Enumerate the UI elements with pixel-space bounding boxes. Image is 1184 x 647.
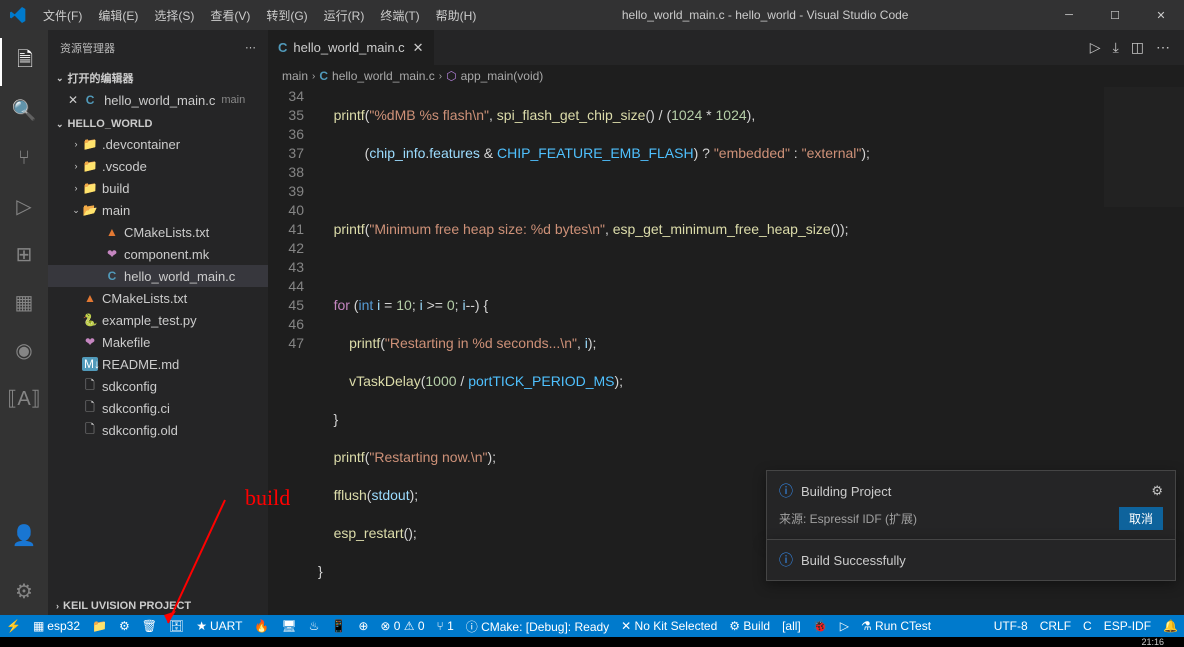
open-editor-item[interactable]: ✕ C hello_world_main.c main [48, 89, 268, 111]
info-icon: ⓘ [779, 481, 793, 501]
status-encoding[interactable]: UTF-8 [988, 615, 1034, 637]
sidebar-more-icon[interactable]: ⋯ [245, 41, 256, 54]
status-add[interactable]: ⊕ [352, 615, 374, 637]
status-gear[interactable]: ⚙ [113, 615, 136, 637]
os-taskbar: 21:16 [0, 637, 1184, 647]
menu-terminal[interactable]: 终端(T) [372, 7, 427, 24]
status-trash[interactable]: 🗑 [136, 615, 163, 637]
tree-item[interactable]: ❤component.mk [48, 243, 268, 265]
status-eol[interactable]: CRLF [1034, 615, 1077, 637]
status-flash[interactable]: 🔥 [248, 615, 275, 637]
more-icon[interactable]: ⋯ [1150, 39, 1176, 56]
menu-file[interactable]: 文件(F) [35, 7, 90, 24]
line-gutter: 3435363738394041424344454647 [268, 87, 318, 615]
maximize-button[interactable]: ☐ [1092, 0, 1138, 30]
open-editors-section[interactable]: ⌄打开的编辑器 [48, 67, 268, 89]
tree-item[interactable]: ⌄📂main [48, 199, 268, 221]
status-fork[interactable]: ⑂ 1 [431, 615, 460, 637]
project-section[interactable]: ⌄HELLO_WORLD [48, 115, 268, 133]
menu-run[interactable]: 运行(R) [316, 7, 373, 24]
tree-item[interactable]: 🗋sdkconfig.ci [48, 397, 268, 419]
bracket-icon[interactable]: ⟦A⟧ [0, 374, 48, 422]
menu-help[interactable]: 帮助(H) [428, 7, 485, 24]
c-file-icon: C [82, 93, 98, 107]
split-down-icon[interactable]: ⤓ [1107, 39, 1125, 56]
status-ctest[interactable]: ⚗ Run CTest [855, 615, 937, 637]
split-right-icon[interactable]: ◫ [1125, 39, 1150, 56]
close-button[interactable]: ✕ [1138, 0, 1184, 30]
keil-section[interactable]: ›KEIL UVISION PROJECT [48, 597, 268, 615]
vscode-logo [0, 7, 35, 23]
tree-item[interactable]: ▲CMakeLists.txt [48, 287, 268, 309]
notification-success: ⓘ Build Successfully [766, 539, 1176, 581]
cancel-button[interactable]: 取消 [1119, 507, 1163, 530]
tree-item[interactable]: ▲CMakeLists.txt [48, 221, 268, 243]
status-plug[interactable]: ⚡ [0, 615, 27, 637]
rainbow-icon[interactable]: ◉ [0, 326, 48, 374]
chip-icon[interactable]: ▦ [0, 278, 48, 326]
run-debug-icon[interactable]: ▷ [0, 182, 48, 230]
extensions-icon[interactable]: ⊞ [0, 230, 48, 278]
info-icon: ⓘ [779, 550, 793, 570]
tree-item[interactable]: ›📁.vscode [48, 155, 268, 177]
window-title: hello_world_main.c - hello_world - Visua… [484, 8, 1046, 22]
tree-item[interactable]: 🗋sdkconfig [48, 375, 268, 397]
status-cmake[interactable]: ⓘ CMake: [Debug]: Ready [460, 615, 615, 637]
status-fire[interactable]: ♨ [303, 615, 326, 637]
source-control-icon[interactable]: ⑂ [0, 134, 48, 182]
status-build[interactable]: ⚙ Build [723, 615, 776, 637]
menu-select[interactable]: 选择(S) [146, 7, 202, 24]
status-errors[interactable]: ⊗ 0 ⚠ 0 [374, 615, 430, 637]
status-bug[interactable]: 🐞 [807, 615, 834, 637]
run-icon[interactable]: ▷ [1084, 39, 1107, 56]
status-app[interactable]: 📱 [325, 615, 352, 637]
close-icon[interactable]: ✕ [68, 93, 78, 107]
tree-item[interactable]: M↓README.md [48, 353, 268, 375]
status-play[interactable]: ▷ [834, 615, 855, 637]
status-uart[interactable]: ★UART [190, 615, 248, 637]
menu-view[interactable]: 查看(V) [202, 7, 258, 24]
minimap[interactable] [1104, 87, 1184, 207]
gear-icon[interactable]: ⚙ [1151, 483, 1163, 499]
tree-item[interactable]: ›📁build [48, 177, 268, 199]
menu-edit[interactable]: 编辑(E) [90, 7, 146, 24]
status-bell[interactable]: 🔔 [1157, 615, 1184, 637]
manage-icon[interactable]: ⚙ [0, 567, 48, 615]
tab-hello-world[interactable]: C hello_world_main.c ✕ [268, 30, 435, 65]
notification-building: ⓘ Building Project ⚙ 来源: Espressif IDF (… [766, 470, 1176, 541]
tree-item[interactable]: ›📁.devcontainer [48, 133, 268, 155]
account-icon[interactable]: 👤 [0, 511, 48, 559]
c-file-icon: C [278, 40, 287, 55]
status-db[interactable]: 🗄 [163, 615, 190, 637]
status-monitor[interactable]: 🖥 [275, 615, 302, 637]
close-tab-icon[interactable]: ✕ [413, 40, 424, 56]
status-all[interactable]: [all] [776, 615, 807, 637]
sidebar-title: 资源管理器 [60, 40, 115, 56]
tree-item[interactable]: ❤Makefile [48, 331, 268, 353]
search-icon[interactable]: 🔍 [0, 86, 48, 134]
status-folder[interactable]: 📁 [86, 615, 113, 637]
tree-item[interactable]: 🗋sdkconfig.old [48, 419, 268, 441]
status-lang[interactable]: C [1077, 615, 1098, 637]
status-target[interactable]: ▦esp32 [27, 615, 86, 637]
breadcrumb[interactable]: main› Chello_world_main.c› ⬡app_main(voi… [268, 65, 1184, 87]
tree-item[interactable]: 🐍example_test.py [48, 309, 268, 331]
menu-goto[interactable]: 转到(G) [258, 7, 315, 24]
status-kit[interactable]: ✕ No Kit Selected [615, 615, 723, 637]
tree-item[interactable]: Chello_world_main.c [48, 265, 268, 287]
status-idf[interactable]: ESP-IDF [1098, 615, 1157, 637]
explorer-icon[interactable]: 🗎 [0, 38, 48, 86]
minimize-button[interactable]: ─ [1046, 0, 1092, 30]
